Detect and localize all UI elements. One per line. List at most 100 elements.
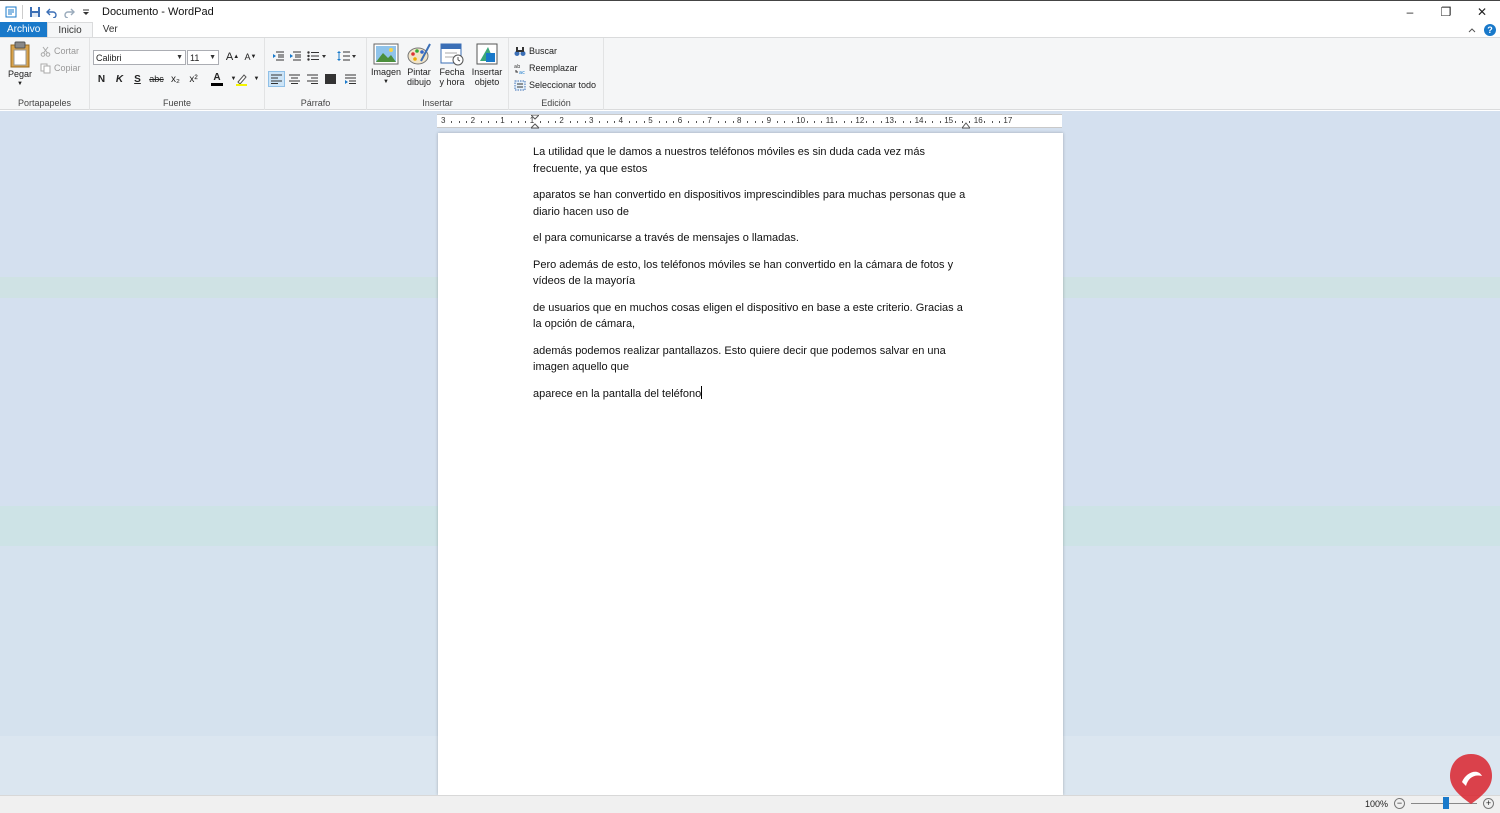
ruler-tick [695,121,697,123]
paragraph[interactable]: además podemos realizar pantallazos. Est… [533,343,973,376]
ruler-number: 3 [589,116,594,125]
paragraph-icon [345,74,356,84]
ruler-number: 1 [529,116,535,125]
font-size-select[interactable]: 11 ▼ [187,50,219,65]
binoculars-icon [514,46,526,57]
replace-icon: ab ac [514,63,526,74]
customize-qat-icon[interactable] [77,3,94,21]
help-icon[interactable]: ? [1484,23,1496,36]
increase-indent-button[interactable] [286,48,303,64]
paragraph[interactable]: Pero además de esto, los teléfonos móvil… [533,257,973,290]
font-size-value: 11 [190,52,200,63]
grow-font-button[interactable]: A ▲ [224,49,241,65]
select-all-label: Seleccionar todo [529,80,597,90]
ruler-tick [673,121,675,123]
collapse-ribbon-icon[interactable] [1468,24,1476,36]
ribbon-right-controls: ? [1468,22,1496,37]
ruler-tick [599,121,601,123]
ruler-tick [614,121,616,123]
cut-button[interactable]: Cortar [40,43,79,59]
minimize-button[interactable]: – [1392,1,1428,23]
justify-button[interactable] [322,71,339,87]
ruler-tick [466,121,468,123]
outdent-icon [272,51,284,61]
ruler-tick [636,121,638,123]
align-right-icon [307,74,318,84]
select-all-button[interactable]: Seleccionar todo [514,77,596,93]
paragraph[interactable]: La utilidad que le damos a nuestros telé… [533,144,973,177]
ruler-tick [991,121,993,123]
ruler-tick [939,121,941,123]
ruler-tick [851,121,852,123]
paste-dropdown-icon[interactable]: ▼ [17,79,23,89]
object-line2: objeto [474,77,500,87]
align-left-button[interactable] [268,71,285,87]
ruler-tick [495,121,497,123]
date-time-button[interactable]: Fecha y hora [436,41,468,87]
copy-button[interactable]: Copiar [40,60,81,76]
subscript-button[interactable]: x₂ [167,71,184,87]
font-group: Calibri ▼ 11 ▼ A ▲ A ▼ N K S abc x₂ x² A ▼… [90,38,265,110]
image-dropdown-icon[interactable]: ▼ [383,77,389,87]
ruler-tick [999,121,1000,123]
insert-image-label: Imagen [370,67,402,77]
strikethrough-button[interactable]: abc [148,71,165,87]
line-spacing-button[interactable] [335,48,359,64]
document-body[interactable]: La utilidad que le damos a nuestros telé… [533,144,973,412]
bullets-button[interactable] [305,48,329,64]
site-logo-watermark [1448,752,1494,806]
tab-file[interactable]: Archivo [0,22,48,37]
ruler-tick [962,121,963,123]
ruler-tick [732,121,734,123]
paragraph[interactable]: de usuarios que en muchos cosas eligen e… [533,300,973,333]
tab-view[interactable]: Ver [93,22,128,37]
undo-icon[interactable] [43,3,60,21]
decrease-indent-button[interactable] [269,48,286,64]
ruler-tick [606,121,608,123]
find-button[interactable]: Buscar [514,43,557,59]
close-button[interactable]: ✕ [1464,1,1500,23]
paste-button[interactable]: Pegar ▼ [6,41,34,89]
paragraph-settings-button[interactable] [342,71,359,87]
align-right-button[interactable] [304,71,321,87]
ruler-tick [451,121,453,123]
redo-icon[interactable] [60,3,77,21]
italic-button[interactable]: K [111,71,128,87]
object-line1: Insertar [471,67,503,77]
shrink-font-button[interactable]: A ▼ [242,49,259,65]
insert-object-button[interactable]: Insertar objeto [468,41,506,87]
justify-icon [325,74,336,84]
paint-drawing-button[interactable]: Pintar dibujo [403,41,435,87]
underline-button[interactable]: S [129,71,146,87]
superscript-button[interactable]: x² [185,71,202,87]
ruler-number: 6 [677,116,683,125]
ruler-tick [791,121,793,123]
ruler-number: 3 [441,116,446,125]
document-page[interactable]: La utilidad que le damos a nuestros telé… [438,133,1063,795]
paragraph[interactable]: aparatos se han convertido en dispositiv… [533,187,973,220]
align-center-button[interactable] [286,71,303,87]
paragraph[interactable]: el para comunicarse a través de mensajes… [533,230,973,247]
save-icon[interactable] [26,3,43,21]
highlight-dropdown-icon[interactable]: ▼ [248,71,265,87]
cut-label: Cortar [54,46,80,56]
paragraph-last[interactable]: aparece en la pantalla del teléfono [533,385,973,403]
down-arrow-icon: ▼ [250,54,257,60]
chevron-down-icon: ▼ [176,54,183,61]
insert-image-button[interactable]: Imagen ▼ [369,41,403,87]
tab-home[interactable]: Inicio [47,22,93,37]
font-family-select[interactable]: Calibri ▼ [93,50,186,65]
zoom-out-button[interactable]: − [1394,798,1405,809]
document-workspace: 3 2 1 1 2 3 4 5 6 7 8 9 10 11 12 13 14 15 16 17 La utilidad… [0,111,1500,795]
ruler-number: 7 [707,116,712,125]
paint-palette-icon [406,41,432,67]
copy-label: Copiar [54,63,81,73]
restore-button[interactable]: ❐ [1428,1,1464,23]
ruler-tick [880,121,882,123]
horizontal-ruler[interactable]: 3 2 1 1 2 3 4 5 6 7 8 9 10 11 12 13 14 15 16 17 [437,114,1062,129]
bold-button[interactable]: N [93,71,110,87]
ruler-tick [643,121,645,123]
app-menu-icon[interactable] [2,3,19,21]
replace-button[interactable]: ab ac Reemplazar [514,60,578,76]
ruler-number: 10 [796,116,806,125]
